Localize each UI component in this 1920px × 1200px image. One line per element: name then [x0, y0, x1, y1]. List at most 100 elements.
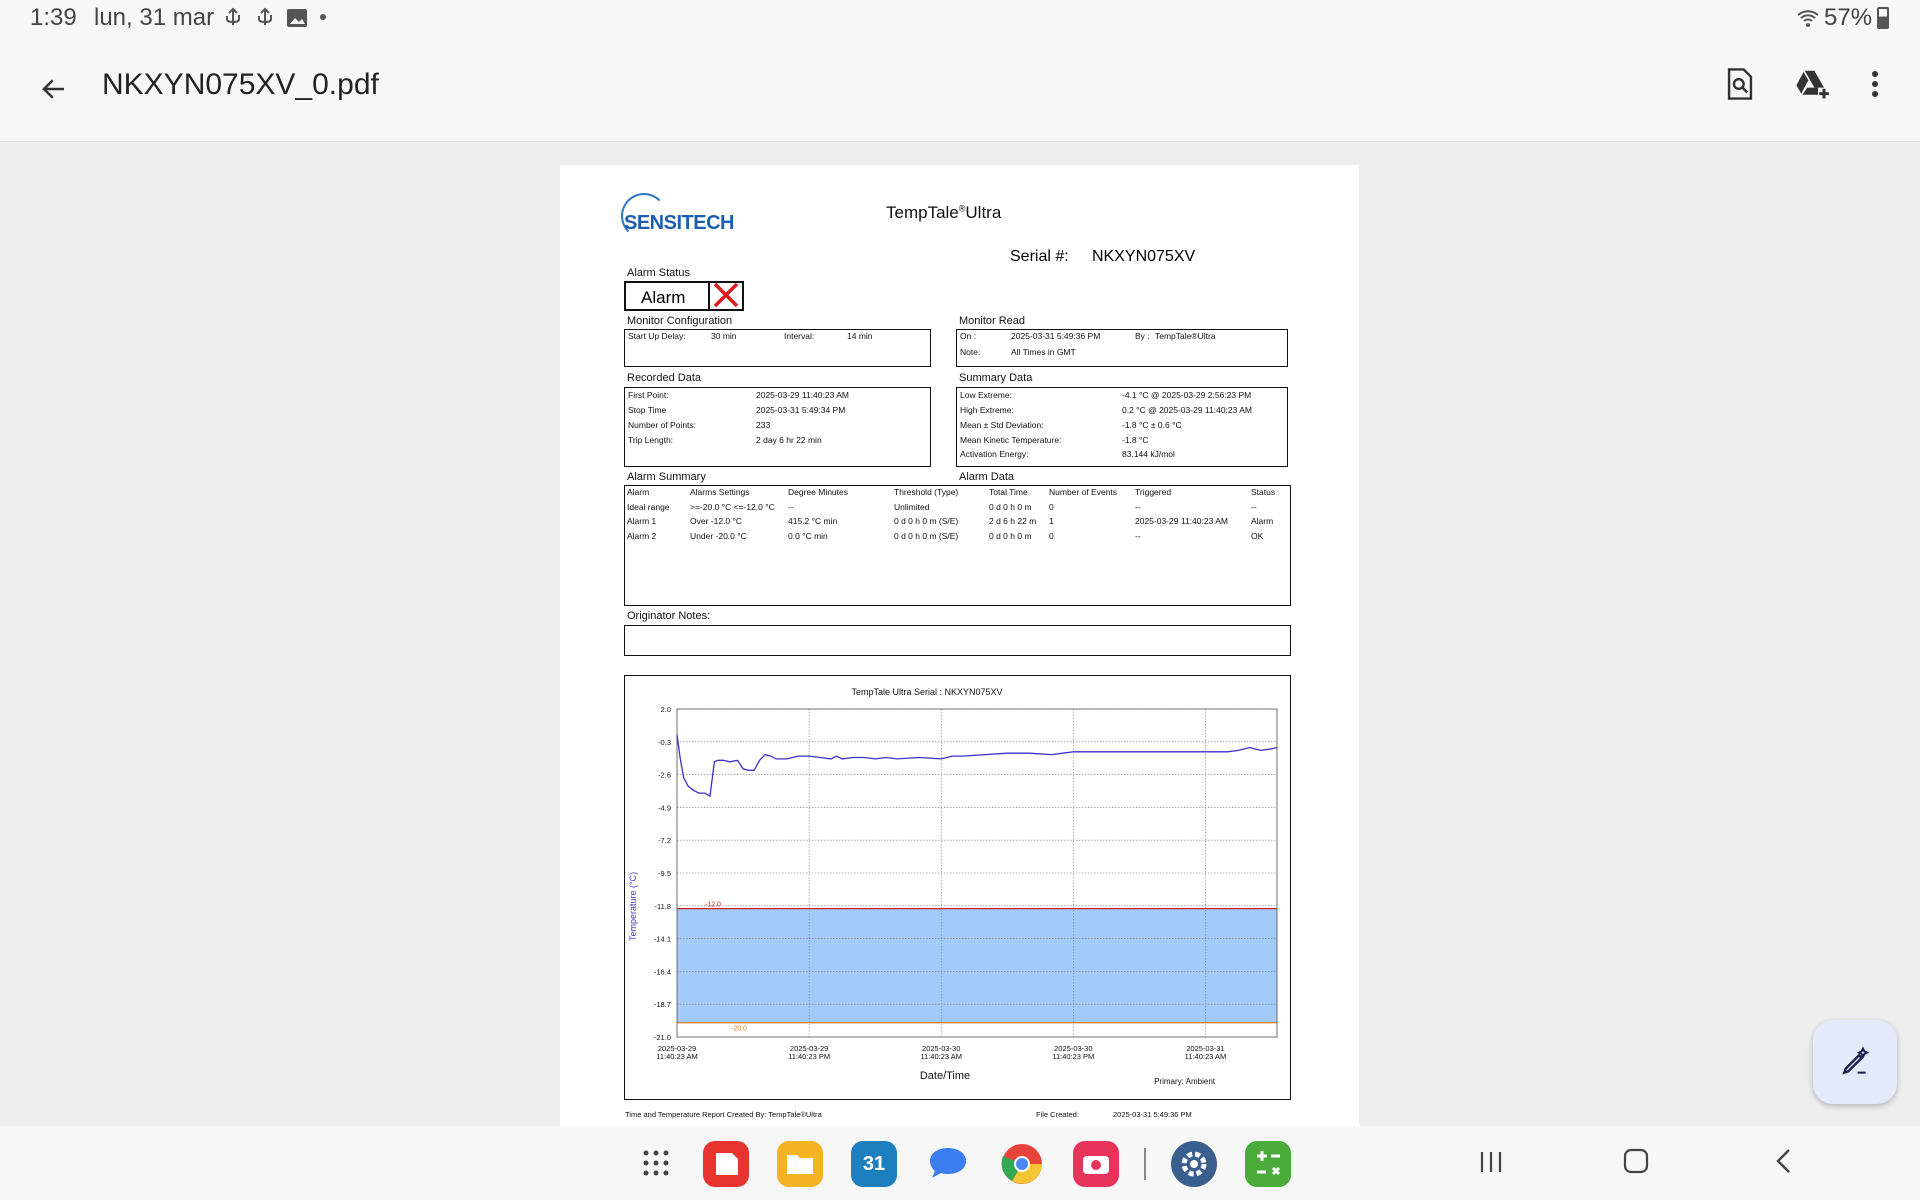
settings-app-icon[interactable] [1171, 1141, 1217, 1187]
alarm-table-cell: -- [788, 501, 794, 512]
alarm-table-cell: -- [1135, 501, 1141, 512]
summary-key: Low Extreme: [960, 390, 1012, 400]
chrome-app-icon[interactable] [999, 1141, 1045, 1187]
back-nav-button[interactable] [1770, 1147, 1798, 1175]
summary-key: Activation Energy: [960, 449, 1029, 459]
calculator-app-icon[interactable] [1245, 1141, 1291, 1187]
x-axis-label: Date/Time [920, 1070, 970, 1082]
x-tick-time: 11:40:23 PM [1052, 1052, 1094, 1061]
recorded-value: 2025-03-29 11:40:23 AM [756, 390, 849, 400]
read-by-label: By : [1135, 331, 1150, 341]
alarm-table-cell: Alarm 2 [627, 530, 657, 541]
date: lun, 31 mar [94, 4, 215, 31]
alarm-table-header: Threshold (Type) [894, 487, 959, 497]
alarm-data-label: Alarm Data [959, 471, 1015, 483]
recorded-data-box: First Point: 2025-03-29 11:40:23 AM Stop… [624, 387, 931, 467]
alarm-table-header: Degree Minutes [788, 487, 849, 497]
find-in-file-button[interactable] [1716, 60, 1764, 108]
y-tick-label: -21.0 [654, 1033, 671, 1042]
y-tick-label: -16.4 [654, 967, 671, 976]
y-tick-label: -7.2 [658, 836, 671, 845]
summary-value: 0.2 °C @ 2025-03-29 11:40:23 AM [1122, 405, 1253, 415]
usb-icon [253, 6, 277, 30]
more-vert-icon [1872, 71, 1878, 97]
camera-app-icon[interactable] [1073, 1141, 1119, 1187]
pdf-viewer[interactable]: SENSITECH TempTale®Ultra Serial #: NKXYN… [0, 142, 1920, 1126]
calendar-app-icon[interactable]: 31 [851, 1141, 897, 1187]
y-tick-label: -2.6 [658, 771, 671, 780]
summary-value: -4.1 °C @ 2025-03-29 2:56:23 PM [1122, 390, 1252, 400]
battery-icon [1877, 7, 1889, 29]
monitor-config-box: Start Up Delay: 30 min Interval: 14 min [624, 329, 931, 367]
monitor-read-label: Monitor Read [959, 315, 1026, 327]
alarm-low-label: -20.0 [731, 1026, 747, 1033]
alarm-table-header: Triggered [1135, 487, 1172, 497]
recorded-data-label: Recorded Data [627, 372, 701, 384]
footer-file-created-value: 2025-03-31 5:49:36 PM [1113, 1110, 1192, 1119]
more-options-button[interactable] [1851, 60, 1899, 108]
x-tick-time: 11:40:23 AM [920, 1052, 962, 1061]
y-tick-label: -4.9 [658, 803, 671, 812]
alarm-table-cell: 0 [1049, 530, 1054, 541]
y-tick-label: -14.1 [654, 935, 671, 944]
dot-icon [320, 14, 326, 20]
apps-grid-icon[interactable] [641, 1148, 671, 1178]
alarm-summary-label: Alarm Summary [627, 471, 706, 483]
annotate-button[interactable] [1813, 1020, 1897, 1104]
home-icon [1623, 1148, 1649, 1174]
startup-label: Start Up Delay: [628, 331, 686, 341]
alarm-table-cell: 1 [1049, 516, 1054, 526]
temperature-series-line [676, 734, 1278, 798]
footer-file-created-label: File Created: [1036, 1110, 1079, 1119]
messages-app-icon[interactable] [925, 1141, 971, 1187]
y-tick-label: 2.0 [661, 705, 671, 714]
back-button[interactable] [30, 65, 78, 113]
recorded-key: Trip Length: [628, 435, 674, 445]
arrow-left-icon [42, 79, 64, 99]
doc-search-icon [1727, 68, 1753, 100]
alarm-table-cell: -- [1135, 530, 1141, 541]
y-tick-label: -11.8 [654, 902, 671, 911]
read-on-label: On : [960, 331, 977, 341]
summary-data-box: Low Extreme: -4.1 °C @ 2025-03-29 2:56:2… [956, 387, 1288, 467]
pdf-page: SENSITECH TempTale®Ultra Serial #: NKXYN… [560, 165, 1359, 1126]
chart-title: TempTale Ultra Serial : NKXYN075XV [851, 687, 1002, 697]
y-tick-label: -0.3 [658, 738, 671, 747]
alarm-table-cell: Over -12.0 °C [690, 516, 743, 526]
alarm-table-cell: >=-20.0 °C <=-12.0 °C [690, 501, 775, 512]
alarm-high-label: -12.0 [705, 902, 721, 909]
alarm-table-cell: OK [1251, 530, 1264, 541]
save-to-drive-button[interactable] [1788, 60, 1836, 108]
home-button[interactable] [1622, 1147, 1650, 1175]
alarm-x-icon [708, 281, 742, 311]
alarm-table-cell: Alarm [1251, 516, 1274, 526]
read-note-label: Note: [960, 347, 981, 357]
read-note-value: All Times in GMT [1011, 347, 1076, 357]
footer-created-by: Time and Temperature Report Created By: … [625, 1110, 822, 1119]
battery-level: 57% [1824, 4, 1873, 31]
plot-area: 2.0 -0.3 -2.6 -4.9 -7.2 -9.5 -11.8 -14.1 -16.4 -1… [654, 705, 1278, 1061]
alarm-table-cell: 0 d 0 h 0 m [989, 530, 1032, 541]
files-app-icon[interactable] [777, 1141, 823, 1187]
dock-divider [1144, 1148, 1146, 1180]
alarm-table-header: Number of Events [1049, 487, 1118, 497]
image-icon [285, 6, 309, 30]
ideal-range-band [677, 908, 1277, 1023]
alarm-table-cell: 0 d 0 h 0 m (S/E) [894, 530, 959, 541]
app-bar: NKXYN075XV_0.pdf [0, 36, 1920, 142]
recent-apps-button[interactable] [1478, 1148, 1504, 1176]
summary-key: Mean ± Std Deviation: [960, 420, 1044, 430]
alarm-table-cell: 2025-03-29 11:40:23 AM [1135, 516, 1228, 526]
y-axis-label: Temperature (°C) [628, 872, 638, 941]
alarm-table-cell: 0.0 °C min [788, 530, 828, 541]
notes-app-icon[interactable] [703, 1141, 749, 1187]
chart-frame: TempTale Ultra Serial : NKXYN075XV Date/… [624, 675, 1291, 1100]
alarm-table-header: Total Time [989, 487, 1028, 497]
recorded-value: 233 [756, 420, 771, 430]
interval-value: 14 min [847, 331, 873, 341]
originator-notes-box [624, 625, 1291, 656]
alarm-table-header: Status [1251, 487, 1276, 497]
status-bar: 1:39 lun, 31 mar 57% [0, 0, 1920, 36]
clock: 1:39 [30, 4, 77, 31]
primary-label: Primary: Ambient [1154, 1077, 1216, 1086]
